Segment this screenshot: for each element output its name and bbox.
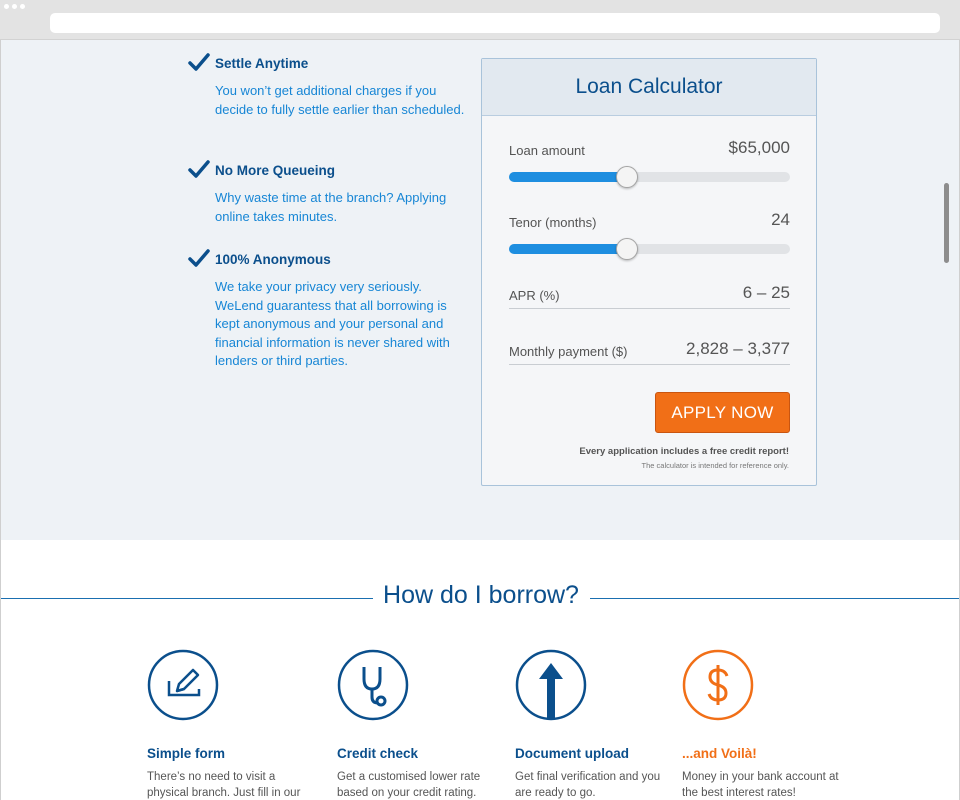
step-description: There’s no need to visit a physical bran… — [147, 771, 301, 799]
section-title-text: How do I borrow? — [373, 581, 589, 609]
window-dot — [4, 4, 9, 9]
step-title: Credit check — [337, 746, 419, 761]
checkmark-icon — [188, 160, 210, 178]
step-voila: ...and Voilà! Money in your bank account… — [682, 649, 852, 800]
apply-now-button[interactable]: APPLY NOW — [655, 392, 790, 433]
apr-value: 6 – 25 — [742, 283, 790, 302]
address-bar[interactable] — [50, 13, 940, 33]
monthly-payment-value: 2,828 – 3,377 — [686, 339, 790, 358]
slider-fill — [509, 172, 628, 182]
page-viewport: Settle Anytime You won’t get additional … — [0, 40, 960, 800]
feature-title: 100% Anonymous — [215, 251, 331, 267]
slider-handle[interactable] — [616, 238, 639, 260]
calculator-header: Loan Calculator — [482, 59, 816, 116]
loan-amount-label: Loan amount — [509, 143, 585, 158]
free-credit-report-note: Every application includes a free credit… — [579, 446, 789, 457]
window-dot — [20, 4, 25, 9]
apr-row: APR (%) 6 – 25 — [509, 283, 790, 309]
slider-handle[interactable] — [616, 166, 639, 188]
step-description: Money in your bank account at the best i… — [682, 771, 839, 799]
step-description: Get a customised lower rate based on you… — [337, 771, 481, 799]
slider-fill — [509, 244, 628, 254]
loan-amount-row: Loan amount $65,000 — [509, 138, 790, 158]
checkmark-icon — [188, 53, 210, 71]
tenor-value: 24 — [771, 210, 790, 229]
dollar-icon — [682, 649, 754, 721]
monthly-payment-label: Monthly payment ($) — [509, 344, 628, 359]
step-simple-form: Simple form There’s no need to visit a p… — [147, 649, 317, 800]
feature-title: Settle Anytime — [215, 55, 309, 71]
tenor-label: Tenor (months) — [509, 215, 597, 230]
feature-no-more-queueing: No More Queueing Why waste time at the b… — [188, 159, 478, 226]
tenor-row: Tenor (months) 24 — [509, 210, 790, 230]
feature-title: No More Queueing — [215, 162, 336, 178]
step-document-upload: Document upload Get final verification a… — [515, 649, 685, 800]
step-title: Document upload — [515, 746, 629, 761]
scrollbar-thumb[interactable] — [944, 183, 949, 263]
feature-description: Why waste time at the branch? Applying o… — [215, 190, 447, 224]
monthly-payment-row: Monthly payment ($) 2,828 – 3,377 — [509, 339, 790, 365]
stethoscope-icon — [337, 649, 409, 721]
feature-description: You won’t get additional charges if you … — [215, 83, 465, 117]
apr-label: APR (%) — [509, 288, 560, 303]
checkmark-icon — [188, 249, 210, 267]
loan-calculator: Loan Calculator Loan amount $65,000 Teno… — [481, 58, 817, 486]
tenor-slider[interactable] — [509, 238, 790, 260]
section-title: How do I borrow? — [1, 581, 959, 610]
feature-settle-anytime: Settle Anytime You won’t get additional … — [188, 52, 478, 119]
step-description: Get final verification and you are ready… — [515, 771, 661, 799]
step-credit-check: Credit check Get a customised lower rate… — [337, 649, 507, 800]
feature-anonymous: 100% Anonymous We take your privacy very… — [188, 248, 478, 371]
pencil-form-icon — [147, 649, 219, 721]
loan-amount-value: $65,000 — [728, 138, 790, 157]
step-title: ...and Voilà! — [682, 746, 757, 761]
calculator-title: Loan Calculator — [575, 75, 723, 98]
window-dots — [4, 4, 25, 9]
window-dot — [12, 4, 17, 9]
step-title: Simple form — [147, 746, 226, 761]
feature-description: We take your privacy very seriously. WeL… — [215, 279, 450, 369]
browser-chrome — [0, 0, 960, 40]
reference-disclaimer: The calculator is intended for reference… — [641, 461, 789, 470]
loan-amount-slider[interactable] — [509, 166, 790, 188]
upload-arrow-icon — [515, 649, 587, 721]
